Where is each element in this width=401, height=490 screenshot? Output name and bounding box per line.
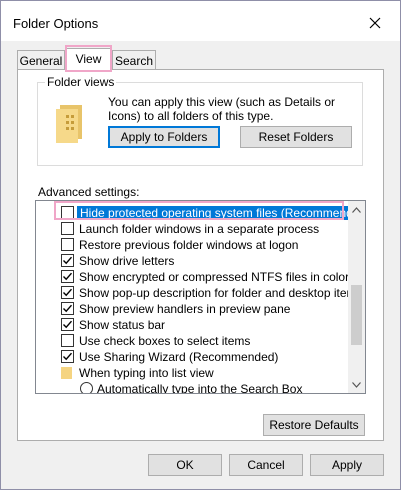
setting-label: Use check boxes to select items: [79, 334, 251, 348]
setting-label: Show status bar: [79, 318, 166, 332]
apply-label: Apply: [331, 458, 363, 472]
apply-to-folders-label: Apply to Folders: [120, 130, 208, 144]
chevron-down-icon: [352, 381, 361, 388]
setting-label: Show drive letters: [79, 254, 175, 268]
tab-general[interactable]: General: [17, 50, 65, 69]
close-button[interactable]: [360, 10, 390, 36]
tab-general-label: General: [19, 54, 63, 68]
setting-hide-protected-files[interactable]: Hide protected operating system files (R…: [36, 205, 365, 221]
checkmark-icon: [63, 352, 73, 361]
tab-search-label: Search: [114, 54, 154, 68]
vertical-scrollbar[interactable]: [348, 201, 365, 393]
folder-options-window: Folder Options General View Search Folde…: [0, 0, 401, 490]
apply-button[interactable]: Apply: [310, 454, 384, 476]
folder-views-legend: Folder views: [45, 75, 117, 89]
checkmark-icon: [63, 320, 73, 329]
close-icon: [369, 17, 381, 29]
setting-auto-type-search-box[interactable]: Automatically type into the Search Box: [36, 381, 348, 394]
cancel-button[interactable]: Cancel: [229, 454, 303, 476]
cancel-label: Cancel: [247, 458, 285, 472]
checkbox[interactable]: [61, 206, 74, 219]
setting-label: When typing into list view: [79, 366, 214, 380]
restore-defaults-label: Restore Defaults: [269, 418, 359, 432]
checkbox[interactable]: [61, 318, 74, 331]
setting-label: Use Sharing Wizard (Recommended): [79, 350, 279, 364]
checkbox[interactable]: [61, 270, 74, 283]
window-title: Folder Options: [13, 16, 99, 31]
setting-show-drive-letters[interactable]: Show drive letters: [36, 253, 348, 269]
setting-use-check-boxes[interactable]: Use check boxes to select items: [36, 333, 348, 349]
apply-to-folders-button[interactable]: Apply to Folders: [108, 126, 220, 148]
scroll-down-button[interactable]: [348, 376, 365, 393]
setting-group-typing-list-view: When typing into list view: [36, 365, 348, 381]
reset-folders-button[interactable]: Reset Folders: [240, 126, 352, 148]
checkbox[interactable]: [61, 302, 74, 315]
ok-button[interactable]: OK: [148, 454, 222, 476]
checkmark-icon: [63, 288, 73, 297]
setting-label: Show preview handlers in preview pane: [79, 302, 291, 316]
setting-label: Launch folder windows in a separate proc…: [79, 222, 320, 236]
scrollbar-thumb[interactable]: [351, 285, 362, 345]
setting-label: Restore previous folder windows at logon: [79, 238, 299, 252]
checkmark-icon: [63, 256, 73, 265]
setting-show-popup-description[interactable]: Show pop-up description for folder and d…: [36, 285, 363, 301]
checkmark-icon: [63, 304, 73, 313]
setting-restore-previous-windows[interactable]: Restore previous folder windows at logon: [36, 237, 348, 253]
reset-folders-label: Reset Folders: [258, 130, 334, 144]
tab-view[interactable]: View: [66, 48, 111, 71]
tab-view-label: View: [75, 52, 102, 66]
checkmark-icon: [63, 272, 73, 281]
restore-defaults-button[interactable]: Restore Defaults: [263, 414, 365, 436]
checkbox[interactable]: [61, 286, 74, 299]
checkbox[interactable]: [61, 222, 74, 235]
setting-show-encrypted-color[interactable]: Show encrypted or compressed NTFS files …: [36, 269, 350, 285]
setting-use-sharing-wizard[interactable]: Use Sharing Wizard (Recommended): [36, 349, 348, 365]
setting-label: Show encrypted or compressed NTFS files …: [79, 270, 350, 284]
setting-launch-separate-process[interactable]: Launch folder windows in a separate proc…: [36, 221, 348, 237]
checkbox[interactable]: [61, 350, 74, 363]
setting-label: Automatically type into the Search Box: [97, 382, 303, 394]
setting-label: Hide protected operating system files (R…: [77, 206, 365, 220]
advanced-settings-label: Advanced settings:: [38, 185, 140, 199]
setting-label: Show pop-up description for folder and d…: [79, 286, 363, 300]
checkbox[interactable]: [61, 334, 74, 347]
folder-icon: [61, 367, 72, 379]
radio-button[interactable]: [80, 382, 93, 393]
scroll-up-button[interactable]: [348, 201, 365, 218]
chevron-up-icon: [352, 206, 361, 213]
checkbox[interactable]: [61, 254, 74, 267]
checkbox[interactable]: [61, 238, 74, 251]
folder-views-description: You can apply this view (such as Details…: [108, 95, 336, 123]
folder-views-group: Folder views You can apply this view (su…: [37, 75, 363, 166]
setting-show-preview-handlers[interactable]: Show preview handlers in preview pane: [36, 301, 348, 317]
view-tab-panel: Folder views You can apply this view (su…: [17, 69, 384, 441]
folder-view-icon: [56, 105, 82, 143]
advanced-settings-list[interactable]: Hide protected operating system files (R…: [35, 200, 366, 394]
ok-label: OK: [176, 458, 194, 472]
setting-show-status-bar[interactable]: Show status bar: [36, 317, 348, 333]
title-bar: Folder Options: [1, 1, 400, 41]
tab-search[interactable]: Search: [112, 50, 156, 69]
